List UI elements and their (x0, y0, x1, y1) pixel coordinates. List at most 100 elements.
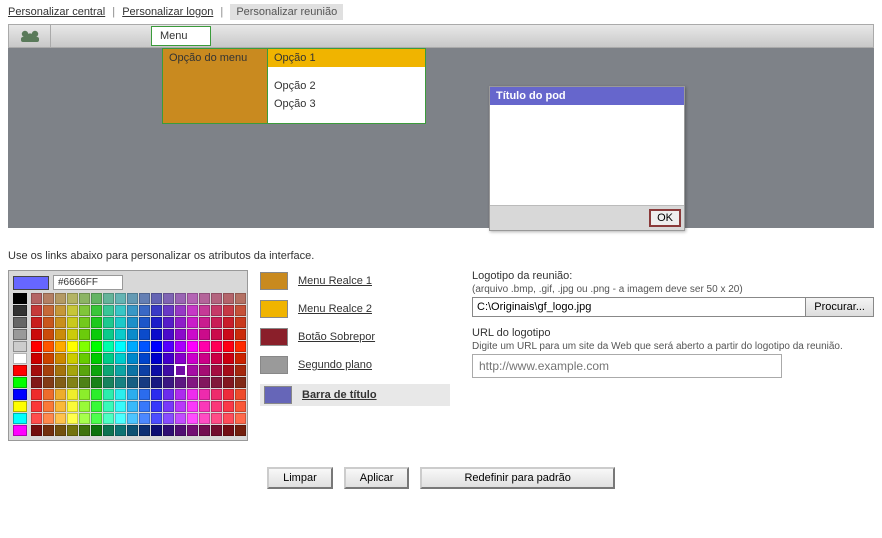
color-swatch[interactable] (187, 401, 198, 412)
color-swatch[interactable] (91, 389, 102, 400)
color-swatch[interactable] (103, 317, 114, 328)
color-swatch[interactable] (187, 293, 198, 304)
color-swatch[interactable] (211, 377, 222, 388)
color-swatch[interactable] (43, 293, 54, 304)
color-swatch[interactable] (55, 365, 66, 376)
color-swatch[interactable] (223, 377, 234, 388)
color-swatch[interactable] (223, 353, 234, 364)
color-swatch[interactable] (151, 317, 162, 328)
color-swatch[interactable] (175, 353, 186, 364)
color-swatch[interactable] (13, 377, 27, 388)
color-swatch[interactable] (91, 401, 102, 412)
color-swatch[interactable] (175, 413, 186, 424)
browse-button[interactable]: Procurar... (805, 298, 873, 316)
color-swatch[interactable] (139, 377, 150, 388)
color-swatch[interactable] (13, 389, 27, 400)
tab-logon[interactable]: Personalizar logon (122, 6, 213, 18)
color-swatch[interactable] (199, 425, 210, 436)
color-swatch[interactable] (115, 317, 126, 328)
color-swatch[interactable] (199, 401, 210, 412)
color-swatch[interactable] (31, 377, 42, 388)
color-swatch[interactable] (127, 341, 138, 352)
color-swatch[interactable] (91, 425, 102, 436)
color-swatch[interactable] (235, 389, 246, 400)
color-swatch[interactable] (43, 377, 54, 388)
color-swatch[interactable] (163, 365, 174, 376)
color-swatch[interactable] (67, 341, 78, 352)
color-swatch[interactable] (43, 401, 54, 412)
color-swatch[interactable] (199, 389, 210, 400)
color-swatch[interactable] (91, 305, 102, 316)
color-swatch[interactable] (13, 317, 27, 328)
color-swatch[interactable] (31, 365, 42, 376)
color-swatch[interactable] (103, 425, 114, 436)
color-swatch[interactable] (91, 365, 102, 376)
color-swatch[interactable] (223, 293, 234, 304)
menu-item[interactable]: Opção 1 (268, 49, 425, 67)
color-swatch[interactable] (127, 425, 138, 436)
color-swatch[interactable] (235, 353, 246, 364)
color-swatch[interactable] (103, 413, 114, 424)
color-swatch[interactable] (43, 425, 54, 436)
logo-path-input[interactable] (473, 298, 805, 316)
color-swatch[interactable] (163, 425, 174, 436)
color-swatch[interactable] (115, 377, 126, 388)
color-swatch[interactable] (67, 365, 78, 376)
legend-link[interactable]: Barra de título (302, 389, 377, 401)
color-swatch[interactable] (103, 353, 114, 364)
pod-ok-button[interactable]: OK (649, 209, 681, 227)
color-swatch[interactable] (127, 389, 138, 400)
color-swatch[interactable] (127, 293, 138, 304)
color-swatch[interactable] (187, 317, 198, 328)
color-swatch[interactable] (103, 305, 114, 316)
legend-link[interactable]: Menu Realce 2 (298, 303, 372, 315)
color-swatch[interactable] (115, 401, 126, 412)
color-swatch[interactable] (187, 341, 198, 352)
color-swatch[interactable] (235, 377, 246, 388)
color-swatch[interactable] (31, 401, 42, 412)
color-swatch[interactable] (211, 305, 222, 316)
color-swatch[interactable] (163, 305, 174, 316)
color-swatch[interactable] (151, 377, 162, 388)
menu-button[interactable]: Menu (151, 26, 211, 46)
color-swatch[interactable] (43, 341, 54, 352)
color-swatch[interactable] (115, 389, 126, 400)
color-swatch[interactable] (13, 365, 27, 376)
color-swatch[interactable] (151, 305, 162, 316)
color-swatch[interactable] (13, 401, 27, 412)
color-swatch[interactable] (139, 293, 150, 304)
color-swatch[interactable] (163, 377, 174, 388)
color-swatch[interactable] (163, 341, 174, 352)
color-swatch[interactable] (211, 317, 222, 328)
color-swatch[interactable] (91, 317, 102, 328)
color-swatch[interactable] (13, 293, 27, 304)
color-swatch[interactable] (103, 293, 114, 304)
color-swatch[interactable] (151, 293, 162, 304)
color-swatch[interactable] (13, 305, 27, 316)
color-swatch[interactable] (43, 353, 54, 364)
color-swatch[interactable] (163, 413, 174, 424)
color-swatch[interactable] (103, 377, 114, 388)
color-swatch[interactable] (115, 329, 126, 340)
color-swatch[interactable] (31, 413, 42, 424)
color-swatch[interactable] (127, 377, 138, 388)
color-swatch[interactable] (163, 389, 174, 400)
logo-url-input[interactable] (472, 354, 782, 378)
color-swatch[interactable] (31, 425, 42, 436)
color-swatch[interactable] (187, 329, 198, 340)
color-swatch[interactable] (67, 425, 78, 436)
apply-button[interactable]: Aplicar (344, 467, 410, 489)
reset-button[interactable]: Redefinir para padrão (420, 467, 614, 489)
color-swatch[interactable] (175, 305, 186, 316)
color-swatch[interactable] (79, 401, 90, 412)
color-swatch[interactable] (91, 353, 102, 364)
color-swatch[interactable] (43, 413, 54, 424)
color-swatch[interactable] (55, 329, 66, 340)
color-swatch[interactable] (115, 425, 126, 436)
color-swatch[interactable] (67, 293, 78, 304)
color-swatch[interactable] (79, 317, 90, 328)
color-swatch[interactable] (13, 329, 27, 340)
color-swatch[interactable] (235, 329, 246, 340)
color-swatch[interactable] (211, 413, 222, 424)
color-swatch[interactable] (55, 341, 66, 352)
